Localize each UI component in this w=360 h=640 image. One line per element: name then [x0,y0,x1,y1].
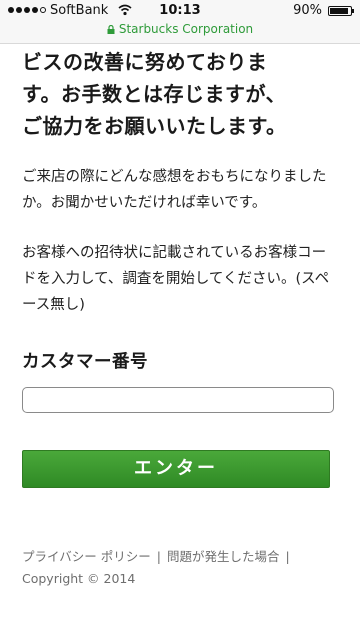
copyright-text: Copyright © 2014 [22,571,136,586]
status-bar: SoftBank 10:13 90% [0,0,360,22]
intro-line: ご協力をお願いいたします。 [22,114,287,138]
customer-number-input[interactable] [22,387,334,413]
intro-line: す。お手数とは存じますが、 [22,82,287,106]
problem-help-link[interactable]: 問題が発生した場合 [167,549,280,564]
browser-top-bar: SoftBank 10:13 90% Starbucks Corporation [0,0,360,44]
privacy-policy-link[interactable]: プライバシー ポリシー [22,549,151,564]
battery-percent: 90% [293,3,322,18]
enter-button[interactable]: エンター [22,450,330,488]
intro-line: ビスの改善に努めておりま [22,50,268,74]
lock-icon [107,25,115,34]
url-bar[interactable]: Starbucks Corporation [0,22,360,42]
battery-icon [328,6,354,16]
footer: プライバシー ポリシー | 問題が発生した場合 | Copyright © 2014 [22,546,340,590]
site-title: Starbucks Corporation [118,22,254,36]
instructions-text: お客様への招待状に記載されているお客様コードを入力して、調査を開始してください。… [22,245,330,313]
footer-separator: | [156,549,161,564]
intro-text: ビスの改善に努めておりま す。お手数とは存じますが、 ご協力をお願いいたします。 [22,46,340,142]
customer-number-label: カスタマー番号 [22,352,148,372]
footer-separator: | [285,549,290,564]
visit-feedback-text: ご来店の際にどんな感想をおもちになりましたか。お聞かせいただければ幸いです。 [22,169,327,211]
survey-entry-content: ビスの改善に努めておりま す。お手数とは存じますが、 ご協力をお願いいたします。… [22,46,340,590]
